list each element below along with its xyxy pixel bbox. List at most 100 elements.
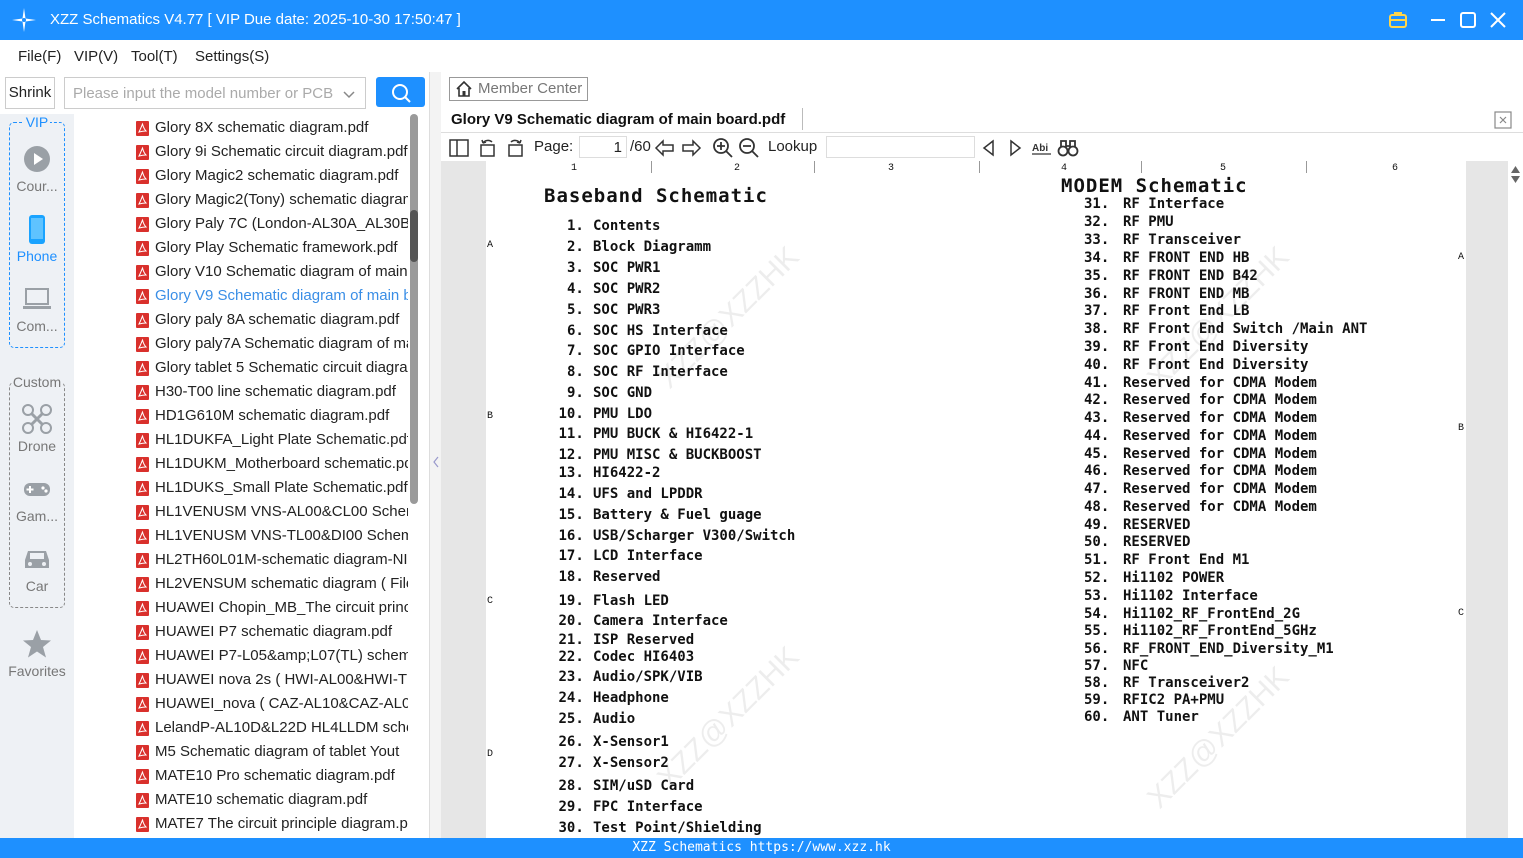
pdf-file-icon [136,433,149,448]
briefcase-icon[interactable] [1386,8,1410,32]
file-list-item[interactable]: Glory Magic2(Tony) schematic diagram [136,188,408,212]
zoom-out-icon[interactable] [738,137,760,159]
prev-page-icon[interactable] [654,137,676,159]
close-tab-icon[interactable] [1493,110,1513,130]
file-list-item[interactable]: HL1VENUSM VNS-AL00&CL00 Schematic [136,500,408,524]
document-tab[interactable]: Glory V9 Schematic diagram of main board… [451,111,785,128]
page-number-input[interactable] [579,136,627,158]
menu-file[interactable]: File(F) [18,48,61,65]
file-list-item[interactable]: HD1G610M schematic diagram.pdf [136,404,408,428]
chevron-down-icon[interactable] [341,86,357,102]
file-list-item[interactable]: HL1DUKS_Small Plate Schematic.pdf [136,476,408,500]
file-list-item[interactable]: MATE10 schematic diagram.pdf [136,788,408,812]
grid-tick [651,161,652,173]
category-games[interactable]: Gam... [0,474,74,530]
category-courses[interactable]: Cour... [0,144,74,200]
file-name: Glory 8X schematic diagram.pdf [155,119,369,136]
file-list-scrollbar[interactable] [409,114,419,838]
contents-number: 47. [1084,481,1110,497]
file-list-item[interactable]: Glory tablet 5 Schematic circuit diagram [136,356,408,380]
file-list-item[interactable]: HL2VENSUM schematic diagram ( File [136,572,408,596]
find-previous-icon[interactable] [978,137,1000,159]
contents-entry: PMU LDO [593,406,653,422]
schematic-page: 123456AABBCCD XZZ@XZZHK XZZ@XZZHK XZZ@XZ… [486,161,1466,838]
member-center-button[interactable]: Member Center [449,77,588,101]
lookup-input[interactable] [826,136,975,158]
find-next-icon[interactable] [1004,137,1026,159]
file-list: Glory 8X schematic diagram.pdf Glory 9i S… [74,114,409,838]
pdf-viewer[interactable]: 123456AABBCCD XZZ@XZZHK XZZ@XZZHK XZZ@XZ… [441,161,1523,838]
file-list-item[interactable]: MATE7 The circuit principle diagram.pdf [136,812,408,836]
rotate-left-icon[interactable] [477,137,499,159]
file-list-item[interactable]: Glory 9i Schematic circuit diagram.pdf [136,140,408,164]
file-list-item[interactable]: HUAWEI P7-L05&amp;L07(TL) schematic [136,644,408,668]
contents-entry: SOC HS Interface [593,323,728,339]
contents-number: 49. [1084,517,1110,533]
file-list-scroll-thumb[interactable] [410,210,418,262]
contents-entry: Reserved [593,569,661,585]
file-list-item[interactable]: Glory V10 Schematic diagram of main [136,260,408,284]
pane-splitter[interactable] [429,72,441,838]
category-drone[interactable]: Drone [0,404,74,460]
file-list-item[interactable]: Glory paly7A Schematic diagram of main [136,332,408,356]
scroll-down-icon[interactable] [1510,173,1521,185]
category-favorites[interactable]: Favorites [0,629,74,685]
row-label: B [487,411,494,422]
contents-entry: RF Front End Diversity [1123,357,1309,373]
search-input[interactable] [65,78,335,108]
contents-number: 43. [1084,410,1110,426]
car-icon [25,551,49,568]
collapse-arrow-icon[interactable] [431,452,441,472]
file-list-item[interactable]: Glory Magic2 schematic diagram.pdf [136,164,408,188]
file-list-item[interactable]: M5 Schematic diagram of tablet Yout [136,740,408,764]
contents-number: 15. [558,507,584,523]
file-list-item[interactable]: Glory Play Schematic framework.pdf [136,236,408,260]
sidebar-toggle-icon[interactable] [448,137,470,159]
file-list-item[interactable]: Glory 8X schematic diagram.pdf [136,116,408,140]
file-list-item[interactable]: Glory V9 Schematic diagram of main board… [136,284,408,308]
file-list-item[interactable]: HL2TH60L01M-schematic diagram-NI [136,548,408,572]
search-button[interactable] [376,77,425,107]
category-computer[interactable]: Com... [0,284,74,340]
home-icon [456,80,472,97]
category-car[interactable]: Car [0,544,74,600]
column-label: 5 [1220,163,1227,174]
match-case-icon[interactable]: Abi [1031,137,1053,159]
menu-vip[interactable]: VIP(V) [74,48,118,65]
file-list-item[interactable]: HL1VENUSM VNS-TL00&DI00 Schematic [136,524,408,548]
menu-settings[interactable]: Settings(S) [195,48,269,65]
file-list-item[interactable]: HL1DUKM_Motherboard schematic.pdf [136,452,408,476]
file-name: HUAWEI nova 2s ( HWI-AL00&HWI-TL [155,671,408,688]
file-list-item[interactable]: HUAWEI_nova ( CAZ-AL10&CAZ-AL00 [136,692,408,716]
file-list-item[interactable]: HUAWEI nova 2s ( HWI-AL00&HWI-TL [136,668,408,692]
file-list-item[interactable]: MATE10 Pro schematic diagram.pdf [136,764,408,788]
file-list-item[interactable]: HUAWEI P7 schematic diagram.pdf [136,620,408,644]
rotate-right-icon[interactable] [504,137,526,159]
next-page-icon[interactable] [680,137,702,159]
zoom-in-icon[interactable] [712,137,734,159]
contents-number: 34. [1084,250,1110,266]
category-phone[interactable]: Phone [0,214,74,270]
grid-tick [1141,161,1142,173]
pdf-scrollbar[interactable] [1508,161,1523,838]
file-list-item[interactable]: Glory paly 8A schematic diagram.pdf [136,308,408,332]
pdf-file-icon [136,793,149,808]
maximize-icon[interactable] [1456,8,1480,32]
file-list-item[interactable]: H30-T00 line schematic diagram.pdf [136,380,408,404]
model-search-box [64,77,366,109]
minimize-icon[interactable] [1426,8,1450,32]
gamepad-icon [24,483,50,496]
close-icon[interactable] [1486,8,1510,32]
file-list-item[interactable]: LelandP-AL10D&L22D HL4LLDM schematic [136,716,408,740]
binoculars-icon[interactable] [1057,137,1079,159]
file-list-item[interactable]: HUAWEI Chopin_MB_The circuit principle [136,596,408,620]
row-label: A [1458,252,1465,263]
file-name: MATE7 The circuit principle diagram.pdf [155,815,408,832]
menu-tool[interactable]: Tool(T) [131,48,178,65]
contents-entry: LCD Interface [593,548,703,564]
file-list-item[interactable]: HL1DUKFA_Light Plate Schematic.pdf [136,428,408,452]
file-list-item[interactable]: Glory Paly 7C (London-AL30A_AL30B_ [136,212,408,236]
row-label: B [1458,423,1465,434]
title-bar: XZZ Schematics V4.77 [ VIP Due date: 202… [0,0,1523,40]
shrink-button[interactable]: Shrink [5,77,55,109]
